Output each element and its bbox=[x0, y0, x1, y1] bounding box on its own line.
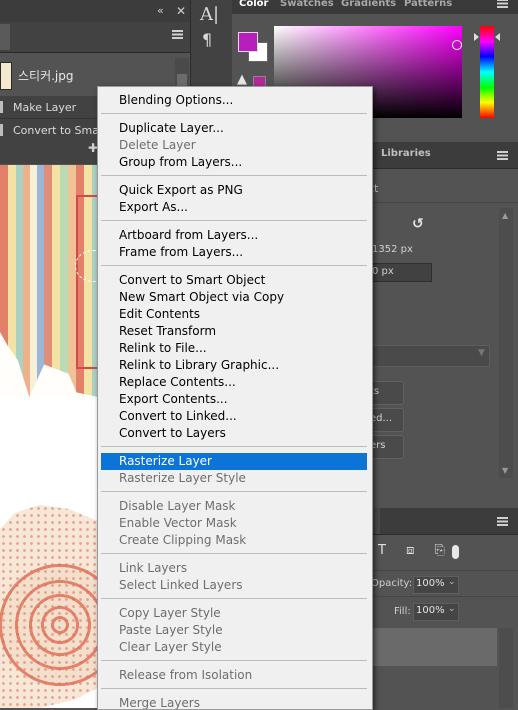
chevron-down-icon: ▼ bbox=[478, 348, 485, 358]
layer-context-menu: Blending Options... Duplicate Layer... D… bbox=[97, 86, 373, 710]
menu-separator bbox=[101, 660, 367, 661]
menu-separator bbox=[101, 446, 367, 447]
menu-item-clear-layer-style[interactable]: Clear Layer Style bbox=[101, 639, 367, 656]
close-icon[interactable]: ✕ bbox=[176, 4, 186, 18]
hue-slider-marker-right[interactable] bbox=[495, 33, 500, 41]
tab-libraries[interactable]: Libraries bbox=[381, 148, 431, 159]
panel-menu-icon[interactable] bbox=[172, 30, 183, 39]
menu-item-export-as[interactable]: Export As... bbox=[101, 199, 367, 216]
menu-item-artboard-from-layers[interactable]: Artboard from Layers... bbox=[101, 227, 367, 244]
scroll-down-icon[interactable]: ▼ bbox=[502, 466, 508, 475]
menu-item-delete-layer[interactable]: Delete Layer bbox=[101, 137, 367, 154]
properties-menu-icon[interactable] bbox=[497, 151, 508, 160]
menu-item-duplicate-layer[interactable]: Duplicate Layer... bbox=[101, 120, 367, 137]
menu-item-relink-to-library-graphic[interactable]: Relink to Library Graphic... bbox=[101, 357, 367, 374]
layers-menu-icon[interactable] bbox=[497, 517, 508, 526]
layers-tab-stub[interactable] bbox=[0, 24, 10, 50]
menu-item-link-layers[interactable]: Link Layers bbox=[101, 560, 367, 577]
menu-item-edit-contents[interactable]: Edit Contents bbox=[101, 306, 367, 323]
hue-slider-marker-left[interactable] bbox=[474, 33, 479, 41]
width-value: 1352 px bbox=[372, 244, 413, 255]
menu-separator bbox=[101, 220, 367, 221]
paragraph-icon[interactable]: ¶ bbox=[202, 30, 212, 49]
menu-item-copy-layer-style[interactable]: Copy Layer Style bbox=[101, 605, 367, 622]
menu-item-blending-options[interactable]: Blending Options... bbox=[101, 92, 367, 109]
menu-separator bbox=[101, 688, 367, 689]
lace-dot-overlay bbox=[0, 505, 98, 708]
menu-item-release-from-isolation[interactable]: Release from Isolation bbox=[101, 667, 367, 684]
menu-separator bbox=[101, 265, 367, 266]
menu-separator bbox=[101, 491, 367, 492]
foreground-color-swatch[interactable] bbox=[238, 32, 258, 52]
menu-item-quick-export-png[interactable]: Quick Export as PNG bbox=[101, 182, 367, 199]
chevron-down-icon[interactable]: ⌄ bbox=[448, 604, 456, 614]
opacity-label: Opacity: bbox=[371, 578, 413, 589]
menu-item-export-contents[interactable]: Export Contents... bbox=[101, 391, 367, 408]
smart-object-icon bbox=[0, 124, 3, 136]
menu-separator bbox=[101, 113, 367, 114]
filter-toggle-icon[interactable] bbox=[452, 545, 459, 559]
menu-item-rasterize-layer[interactable]: Rasterize Layer bbox=[101, 453, 367, 470]
scroll-up-icon[interactable]: ▲ bbox=[502, 211, 508, 220]
rotate-icon[interactable]: ↺ bbox=[412, 216, 424, 232]
menu-item-replace-contents[interactable]: Replace Contents... bbox=[101, 374, 367, 391]
menu-item-enable-vector-mask[interactable]: Enable Vector Mask bbox=[101, 515, 367, 532]
document-canvas[interactable] bbox=[0, 165, 98, 708]
menu-separator bbox=[101, 553, 367, 554]
menu-item-group-from-layers[interactable]: Group from Layers... bbox=[101, 154, 367, 171]
fill-value[interactable]: 100% bbox=[416, 605, 445, 616]
properties-button-2-label[interactable]: ed... bbox=[370, 413, 392, 424]
menu-item-select-linked-layers[interactable]: Select Linked Layers bbox=[101, 577, 367, 594]
out-of-gamut-warning-icon[interactable]: ▲ bbox=[237, 72, 247, 87]
fill-label: Fill: bbox=[394, 606, 411, 617]
opacity-value[interactable]: 100% bbox=[416, 578, 445, 589]
tab-gradients[interactable]: Gradients bbox=[341, 0, 396, 9]
menu-item-convert-to-smart-object[interactable]: Convert to Smart Object bbox=[101, 272, 367, 289]
layer-filter-icons[interactable]: T ⧈ ⎘ bbox=[378, 543, 453, 558]
color-panel-menu-icon[interactable] bbox=[497, 0, 508, 8]
menu-item-new-smart-object-via-copy[interactable]: New Smart Object via Copy bbox=[101, 289, 367, 306]
menu-item-rasterize-layer-style[interactable]: Rasterize Layer Style bbox=[101, 470, 367, 487]
double-chevron-left-icon[interactable]: « bbox=[157, 4, 164, 17]
menu-item-relink-to-file[interactable]: Relink to File... bbox=[101, 340, 367, 357]
layers-scrollbar[interactable] bbox=[499, 628, 513, 708]
menu-item-disable-layer-mask[interactable]: Disable Layer Mask bbox=[101, 498, 367, 515]
menu-gutter bbox=[98, 87, 99, 709]
layer-action-icon bbox=[0, 101, 3, 113]
properties-scrollbar[interactable] bbox=[499, 208, 513, 478]
tab-color[interactable]: Color bbox=[239, 0, 268, 9]
layers-panel-header bbox=[0, 22, 190, 53]
properties-dropdown[interactable] bbox=[368, 345, 490, 367]
layer-thumbnail[interactable] bbox=[0, 62, 12, 90]
menu-separator bbox=[101, 175, 367, 176]
menu-item-convert-to-linked[interactable]: Convert to Linked... bbox=[101, 408, 367, 425]
menu-separator bbox=[101, 598, 367, 599]
color-picker-cursor[interactable] bbox=[452, 40, 462, 50]
menu-item-convert-to-layers[interactable]: Convert to Layers bbox=[101, 425, 367, 442]
menu-item-create-clipping-mask[interactable]: Create Clipping Mask bbox=[101, 532, 367, 549]
y-position-value[interactable]: 0 px bbox=[372, 266, 394, 277]
menu-item-reset-transform[interactable]: Reset Transform bbox=[101, 323, 367, 340]
make-layer-button[interactable]: Make Layer bbox=[13, 101, 76, 114]
menu-item-paste-layer-style[interactable]: Paste Layer Style bbox=[101, 622, 367, 639]
tab-patterns[interactable]: Patterns bbox=[404, 0, 452, 9]
layer-file-name[interactable]: 스티커.jpg bbox=[18, 67, 74, 84]
sticker-red-frame bbox=[76, 195, 98, 369]
tab-swatches[interactable]: Swatches bbox=[280, 0, 334, 9]
chevron-down-icon[interactable]: ⌄ bbox=[448, 577, 456, 587]
character-panel-icon[interactable]: A| bbox=[200, 4, 219, 25]
menu-item-frame-from-layers[interactable]: Frame from Layers... bbox=[101, 244, 367, 261]
layer-row-selected[interactable] bbox=[368, 628, 497, 666]
hue-slider[interactable] bbox=[480, 26, 494, 118]
